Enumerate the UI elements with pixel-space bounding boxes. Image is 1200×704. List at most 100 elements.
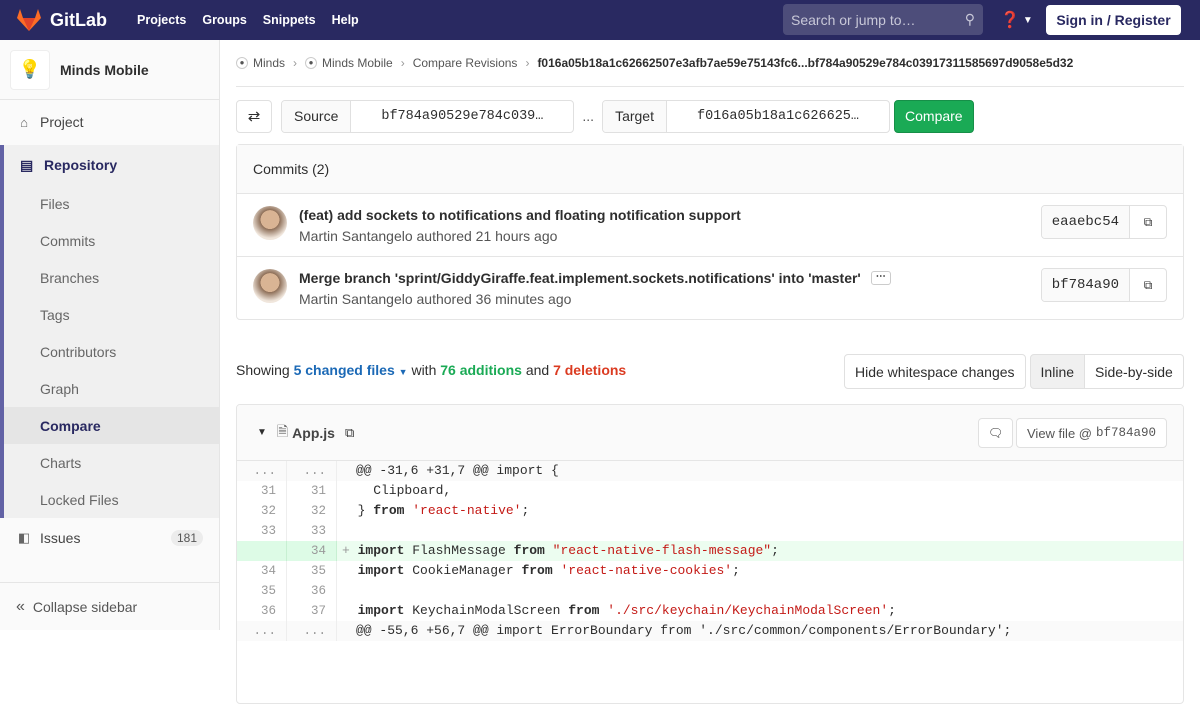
tanuki-icon [17, 9, 41, 31]
commit-meta: Martin Santangelo authored 21 hours ago [299, 228, 558, 244]
new-line-number[interactable]: ... [287, 621, 337, 641]
swap-revisions-button[interactable]: ⇄ [236, 99, 272, 133]
source-value: bf784a90529e784c039… [381, 108, 544, 124]
diff-hunk-header: ...... @@ -31,6 +31,7 @@ import { [237, 461, 1183, 481]
top-navbar: GitLab Projects Groups Snippets Help Sea… [0, 0, 1200, 40]
diff-lines: ...... @@ -31,6 +31,7 @@ import {31 31 Cli… [237, 461, 1183, 641]
commits-panel: Commits (2) (feat) add sockets to notifi… [236, 144, 1184, 320]
old-line-number[interactable]: 33 [237, 521, 287, 541]
author-avatar[interactable] [253, 269, 287, 303]
collapse-caret-icon[interactable]: ▼ [257, 427, 267, 438]
copy-icon[interactable]: ⧉ [1130, 206, 1166, 238]
diff-line: 35 36 [237, 581, 1183, 601]
file-name[interactable]: App.js [292, 425, 335, 441]
sidebar-sub-tags[interactable]: Tags [0, 296, 219, 333]
project-name: Minds Mobile [60, 61, 149, 78]
commit-meta: Martin Santangelo authored 36 minutes ag… [299, 291, 572, 307]
diff-line: 34 35 import CookieManager from 'react-na… [237, 561, 1183, 581]
nav-help[interactable]: Help [324, 13, 367, 27]
commit-sha[interactable]: bf784a90 [1041, 269, 1130, 301]
commit-title[interactable]: Merge branch 'sprint/GiddyGiraffe.feat.i… [299, 270, 861, 286]
old-line-number[interactable]: ... [237, 621, 287, 641]
view-file-sha: bf784a90 [1095, 426, 1156, 440]
main-content: ● Minds › ● Minds Mobile › Compare Revisions… [236, 40, 1184, 704]
sidebar-sub-locked-files[interactable]: Locked Files [0, 481, 219, 518]
breadcrumb-minds[interactable]: Minds [253, 56, 285, 70]
sidebar-sub-charts[interactable]: Charts [0, 444, 219, 481]
inline-view-button[interactable]: Inline [1029, 354, 1086, 389]
diff-code: } from 'react-native'; [342, 503, 530, 518]
nav-groups[interactable]: Groups [194, 13, 254, 27]
breadcrumb-compare[interactable]: Compare Revisions [413, 56, 518, 70]
collapse-label: Collapse sidebar [32, 598, 138, 615]
new-line-number[interactable]: 35 [287, 561, 337, 581]
target-selector[interactable]: Target f016a05b18a1c626625… [602, 99, 891, 133]
diff-hunk-header: ...... @@ -55,6 +56,7 @@ import ErrorBoun… [237, 621, 1183, 641]
lightbulb-icon: 💡 [10, 49, 50, 90]
old-line-number[interactable]: 31 [237, 481, 287, 501]
old-line-number[interactable] [237, 541, 287, 561]
search-input[interactable]: Search or jump to… ⚲ [783, 4, 983, 35]
old-line-number[interactable]: 32 [237, 501, 287, 521]
sidebar-sub-compare[interactable]: Compare [0, 407, 219, 444]
sidebar-item-project[interactable]: ⌂ Project [0, 102, 219, 142]
new-line-number[interactable]: 36 [287, 581, 337, 601]
compare-button[interactable]: Compare [894, 99, 974, 133]
sidebar-sub-contributors[interactable]: Contributors [0, 333, 219, 370]
breadcrumb: ● Minds › ● Minds Mobile › Compare Revisions… [236, 40, 1184, 87]
sidebar-item-label: Project [40, 114, 84, 130]
sidebar-sub-graph[interactable]: Graph [0, 370, 219, 407]
gitlab-logo[interactable]: GitLab [16, 0, 107, 40]
new-line-number[interactable]: 34 [287, 541, 337, 561]
diff-code [337, 521, 358, 541]
old-line-number[interactable]: ... [237, 461, 287, 481]
breadcrumb-minds-mobile[interactable]: Minds Mobile [322, 56, 393, 70]
side-by-side-button[interactable]: Side-by-side [1085, 354, 1184, 389]
range-dots: ... [582, 108, 595, 124]
new-line-number[interactable]: 31 [287, 481, 337, 501]
sidebar-item-label: Issues [40, 530, 81, 546]
view-file-button[interactable]: View file @ bf784a90 [1016, 418, 1167, 448]
new-line-number[interactable]: 33 [287, 521, 337, 541]
old-line-number[interactable]: 36 [237, 601, 287, 621]
copy-icon[interactable]: ⧉ [345, 425, 354, 441]
chevron-right-icon: › [400, 56, 405, 70]
comment-icon: 🗨 [987, 426, 1004, 440]
commit-sha[interactable]: eaaebc54 [1041, 206, 1130, 238]
copy-icon[interactable]: ⧉ [1130, 269, 1166, 301]
new-line-number[interactable]: 37 [287, 601, 337, 621]
hide-whitespace-button[interactable]: Hide whitespace changes [844, 354, 1026, 389]
sidebar-sub-commits[interactable]: Commits [0, 222, 219, 259]
diff-file-header: ▼ 🗎 App.js ⧉ 🗨 View file @ bf784a90 [237, 405, 1183, 461]
new-line-number[interactable]: ... [287, 461, 337, 481]
diff-code [337, 581, 358, 601]
swap-icon: ⇄ [247, 108, 261, 125]
nav-projects[interactable]: Projects [129, 13, 194, 27]
comment-button[interactable]: 🗨 [978, 418, 1013, 448]
sign-in-button[interactable]: Sign in / Register [1046, 5, 1181, 35]
collapse-sidebar-button[interactable]: « Collapse sidebar [0, 582, 219, 630]
new-line-number[interactable]: 32 [287, 501, 337, 521]
sidebar-sub-branches[interactable]: Branches [0, 259, 219, 296]
sidebar: 💡 Minds Mobile ⌂ Project ▤ Repository File… [0, 40, 220, 630]
issues-count-badge: 181 [170, 530, 203, 546]
sidebar-item-repository[interactable]: ▤ Repository [0, 145, 219, 185]
diff-line: 33 33 [237, 521, 1183, 541]
ellipsis-icon[interactable]: ⋯ [870, 271, 891, 285]
sidebar-sub-files[interactable]: Files [0, 185, 219, 222]
old-line-number[interactable]: 34 [237, 561, 287, 581]
diff-code: import KeychainModalScreen from './src/k… [357, 603, 896, 618]
old-line-number[interactable]: 35 [237, 581, 287, 601]
changed-files-dropdown[interactable]: 5 changed files ▼ [294, 362, 408, 378]
help-dropdown[interactable]: ❓ ▼ [1000, 10, 1033, 30]
source-label: Source [282, 100, 352, 132]
source-selector[interactable]: Source bf784a90529e784c039… [281, 99, 575, 133]
author-avatar[interactable] [253, 206, 287, 240]
sidebar-project[interactable]: 💡 Minds Mobile [0, 40, 219, 100]
nav-snippets[interactable]: Snippets [255, 13, 324, 27]
showing-label: Showing [236, 362, 290, 378]
diff-line: 34 + import FlashMessage from "react-nati… [237, 541, 1183, 561]
commit-title[interactable]: (feat) add sockets to notifications and … [299, 207, 741, 223]
sidebar-item-issues[interactable]: ◧ Issues 181 [0, 518, 219, 558]
issues-icon: ◧ [17, 530, 31, 545]
